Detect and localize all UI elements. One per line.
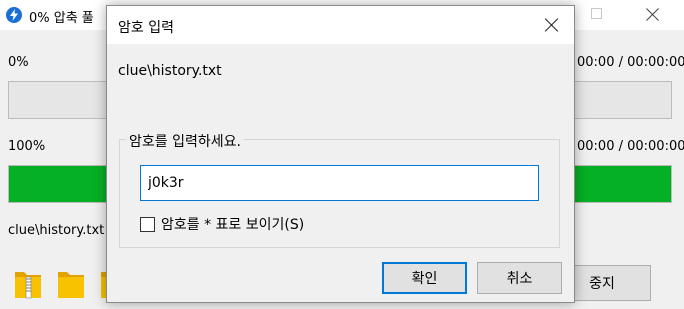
progress-bottom-percent: 100% [8,139,46,154]
show-password-option[interactable]: 암호를 * 표로 보이기(S) [140,214,304,234]
password-groupbox: 암호를 입력하세요. 암호를 * 표로 보이기(S) [119,131,560,248]
current-file-label: clue\history.txt [8,223,105,238]
password-dialog: 암호 입력 clue\history.txt 암호를 입력하세요. 암호를 * … [106,5,575,303]
close-icon[interactable] [643,5,663,25]
progress-bottom-time: 00:00 / 00:00:00 [577,139,684,154]
password-input[interactable] [140,165,539,201]
ok-button[interactable]: 확인 [382,262,467,294]
show-password-checkbox[interactable] [140,216,155,232]
lightning-icon [6,7,22,23]
cancel-button[interactable]: 취소 [477,262,562,294]
password-group-label: 암호를 입력하세요. [126,131,244,151]
zip-folder-icon[interactable] [14,268,42,300]
dialog-file-name: clue\history.txt [118,63,222,79]
close-icon[interactable] [544,17,560,33]
dialog-title: 암호 입력 [118,20,174,36]
folder-icon[interactable] [57,268,85,300]
progress-top-time: 00:00 / 00:00:00 [577,55,684,70]
background-window-title: 0% 압축 풀 [29,11,94,26]
show-password-label[interactable]: 암호를 * 표로 보이기(S) [161,214,304,234]
dialog-titlebar: 암호 입력 [107,6,574,44]
maximize-icon[interactable] [591,8,602,19]
progress-top-percent: 0% [8,55,29,70]
